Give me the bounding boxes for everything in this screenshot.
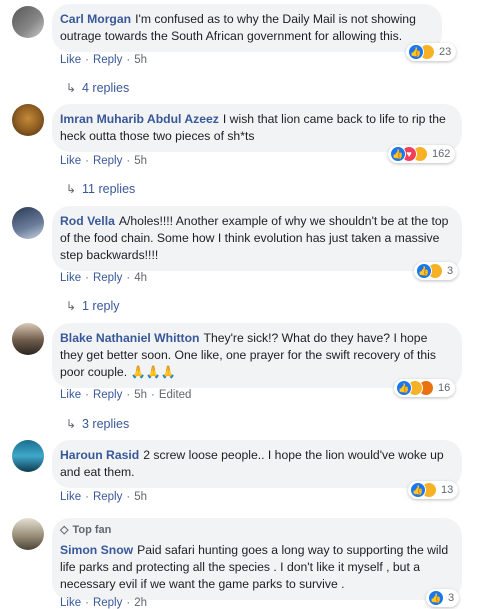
avatar[interactable] <box>12 440 44 472</box>
comment-bubble: Simon Snow Paid safari hunting goes a lon… <box>52 518 462 600</box>
comment-bubble: Carl Morgan I'm confused as to why the Da… <box>52 4 442 52</box>
like-button[interactable]: Like <box>60 155 81 167</box>
timestamp[interactable]: 5h <box>134 155 147 167</box>
comment-author[interactable]: Blake Nathaniel Whitton <box>60 331 200 345</box>
reaction-count: 3 <box>448 592 455 604</box>
like-reaction-icon: 👍 <box>396 380 412 396</box>
avatar[interactable] <box>12 104 44 136</box>
reply-button[interactable]: Reply <box>93 272 122 284</box>
reply-arrow-icon: ↳ <box>66 182 77 196</box>
reply-button[interactable]: Reply <box>93 597 122 609</box>
like-button[interactable]: Like <box>60 389 81 401</box>
like-reaction-icon: 👍 <box>428 590 444 606</box>
like-button[interactable]: Like <box>60 54 81 66</box>
avatar[interactable] <box>12 518 44 550</box>
comment-author[interactable]: Carl Morgan <box>60 12 131 26</box>
like-button[interactable]: Like <box>60 491 81 503</box>
comment-actions: Like · Reply · 5h <box>60 54 147 66</box>
like-reaction-icon: 👍 <box>390 146 406 162</box>
reply-arrow-icon: ↳ <box>66 299 77 313</box>
view-replies-link[interactable]: ↳ 3 replies <box>66 417 129 431</box>
reaction-count: 16 <box>438 382 451 394</box>
reactions-summary[interactable]: 👍 3 <box>426 589 460 607</box>
reactions-summary[interactable]: 👍 3 <box>414 262 459 280</box>
view-replies-link[interactable]: ↳ 11 replies <box>66 182 135 196</box>
comment-text: A/holes!!!! Another example of why we sh… <box>60 214 449 262</box>
avatar[interactable] <box>12 6 44 38</box>
like-reaction-icon: 👍 <box>410 482 426 498</box>
reaction-count: 13 <box>441 484 454 496</box>
like-button[interactable]: Like <box>60 597 81 609</box>
reply-arrow-icon: ↳ <box>66 81 77 95</box>
view-replies-link[interactable]: ↳ 1 reply <box>66 299 120 313</box>
comment-bubble: Rod Vella A/holes!!!! Another example of … <box>52 206 462 271</box>
avatar[interactable] <box>12 323 44 355</box>
timestamp[interactable]: 5h <box>134 491 147 503</box>
comment-author[interactable]: Rod Vella <box>60 214 115 228</box>
comment-bubble: Haroun Rasid 2 screw loose people.. I hop… <box>52 440 462 488</box>
reaction-count: 3 <box>447 265 454 277</box>
timestamp[interactable]: 5h <box>134 54 147 66</box>
like-button[interactable]: Like <box>60 272 81 284</box>
reactions-summary[interactable]: 👍 16 <box>394 379 456 397</box>
timestamp[interactable]: 2h <box>134 597 147 609</box>
reaction-count: 23 <box>439 46 452 58</box>
top-fan-badge[interactable]: ◇ Top fan <box>60 523 111 536</box>
view-replies-link[interactable]: ↳ 4 replies <box>66 81 129 95</box>
reply-button[interactable]: Reply <box>93 54 122 66</box>
comment-author[interactable]: Simon Snow <box>60 543 133 557</box>
comment-actions: Like · Reply · 4h <box>60 272 147 284</box>
reply-button[interactable]: Reply <box>93 491 122 503</box>
avatar[interactable] <box>12 207 44 239</box>
like-reaction-icon: 👍 <box>408 44 424 60</box>
reactions-summary[interactable]: 👍 13 <box>408 481 459 499</box>
comment-author[interactable]: Imran Muharib Abdul Azeez <box>60 112 219 126</box>
comment-author[interactable]: Haroun Rasid <box>60 448 139 462</box>
timestamp[interactable]: 4h <box>134 272 147 284</box>
comment-actions: Like · Reply · 5h <box>60 155 147 167</box>
reply-button[interactable]: Reply <box>93 389 122 401</box>
like-reaction-icon: 👍 <box>416 263 432 279</box>
reply-button[interactable]: Reply <box>93 155 122 167</box>
comment-actions: Like · Reply · 5h <box>60 491 147 503</box>
timestamp[interactable]: 5h <box>134 389 147 401</box>
edited-label[interactable]: Edited <box>159 389 192 401</box>
comment-actions: Like · Reply · 5h · Edited <box>60 389 192 401</box>
comment-actions: Like · Reply · 2h <box>60 597 147 609</box>
reply-arrow-icon: ↳ <box>66 417 77 431</box>
reaction-count: 162 <box>432 148 451 160</box>
diamond-icon: ◇ <box>60 524 69 536</box>
reactions-summary[interactable]: 👍 ♥ 162 <box>388 145 456 163</box>
reactions-summary[interactable]: 👍 23 <box>406 43 457 61</box>
